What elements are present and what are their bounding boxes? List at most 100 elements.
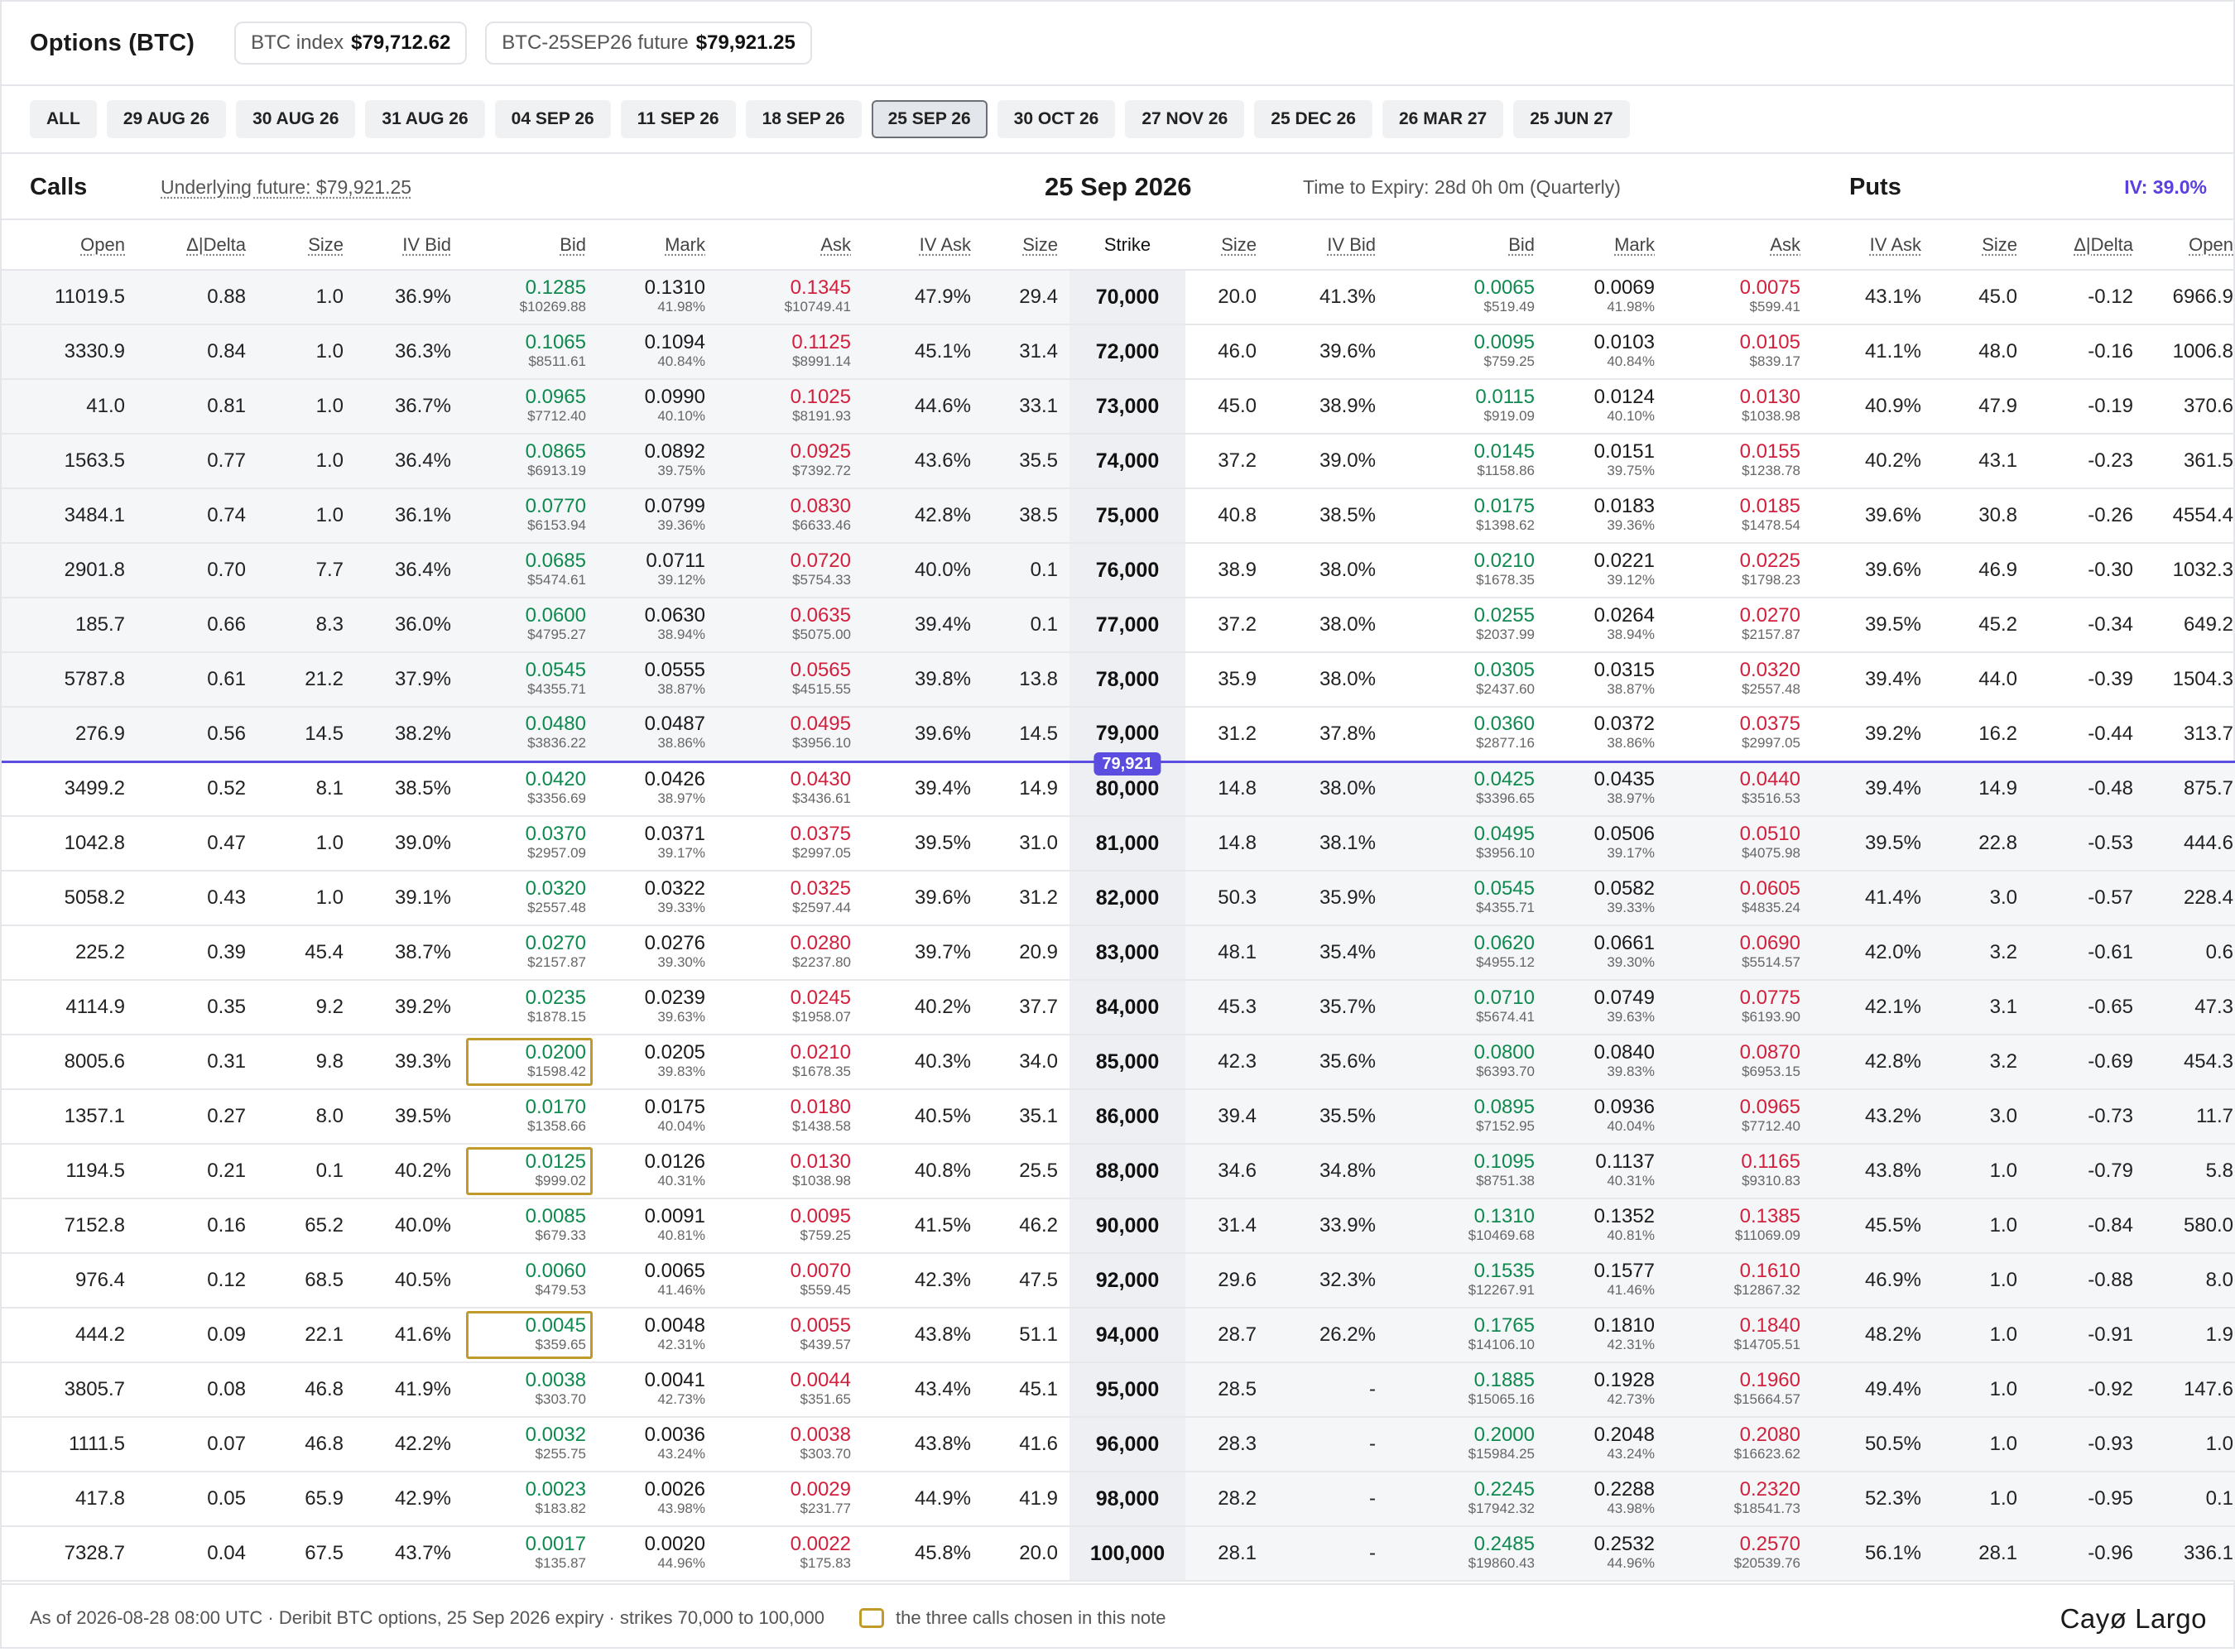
put-ask-price[interactable]: 0.1385 $11069.09 <box>1666 1198 1812 1254</box>
expiry-tab[interactable]: 18 SEP 26 <box>745 100 862 138</box>
put-bid-price[interactable]: 0.0255 $2037.99 <box>1387 598 1546 653</box>
put-ask-price[interactable]: 0.0185 $1478.54 <box>1666 488 1812 544</box>
put-bid-price[interactable]: 0.0115 $919.09 <box>1387 379 1546 435</box>
put-bid-price[interactable]: 0.0145 $1158.86 <box>1387 434 1546 489</box>
expiry-tab[interactable]: ALL <box>30 100 97 138</box>
expiry-tab[interactable]: 26 MAR 27 <box>1382 100 1504 138</box>
expiry-tab[interactable]: 04 SEP 26 <box>494 100 611 138</box>
call-ask-price[interactable]: 0.0245 $1958.07 <box>717 980 863 1035</box>
call-ask-price[interactable]: 0.1345 $10749.41 <box>717 270 863 325</box>
call-bid-price[interactable]: 0.0370 $2957.09 <box>463 816 598 872</box>
call-bid-price[interactable]: 0.0032 $255.75 <box>463 1417 598 1472</box>
call-bid-price[interactable]: 0.0038 $303.70 <box>463 1362 598 1418</box>
put-ask-price[interactable]: 0.2080 $16623.62 <box>1666 1417 1812 1472</box>
expiry-tab[interactable]: 25 SEP 26 <box>871 100 988 138</box>
put-ask-price[interactable]: 0.0075 $599.41 <box>1666 270 1812 325</box>
put-bid-price[interactable]: 0.2245 $17942.32 <box>1387 1472 1546 1527</box>
call-ask-price[interactable]: 0.0280 $2237.80 <box>717 925 863 981</box>
put-bid-price[interactable]: 0.0545 $4355.71 <box>1387 871 1546 926</box>
call-bid-price[interactable]: 0.0200 $1598.42 <box>463 1035 598 1090</box>
expiry-tab[interactable]: 31 AUG 26 <box>365 100 485 138</box>
call-bid-price[interactable]: 0.0125 $999.02 <box>463 1144 598 1199</box>
call-ask-price[interactable]: 0.0565 $4515.55 <box>717 652 863 708</box>
put-ask-price[interactable]: 0.0775 $6193.90 <box>1666 980 1812 1035</box>
put-bid-price[interactable]: 0.0800 $6393.70 <box>1387 1035 1546 1090</box>
call-ask-price[interactable]: 0.0038 $303.70 <box>717 1417 863 1472</box>
call-ask-price[interactable]: 0.0044 $351.65 <box>717 1362 863 1418</box>
put-ask-price[interactable]: 0.0375 $2997.05 <box>1666 707 1812 763</box>
put-bid-price[interactable]: 0.0210 $1678.35 <box>1387 543 1546 598</box>
call-ask-price[interactable]: 0.0635 $5075.00 <box>717 598 863 653</box>
call-ask-price[interactable]: 0.0210 $1678.35 <box>717 1035 863 1090</box>
call-bid-price[interactable]: 0.0017 $135.87 <box>463 1526 598 1582</box>
put-ask-price[interactable]: 0.0870 $6953.15 <box>1666 1035 1812 1090</box>
call-bid-price[interactable]: 0.0320 $2557.48 <box>463 871 598 926</box>
put-ask-price[interactable]: 0.0225 $1798.23 <box>1666 543 1812 598</box>
call-bid-price[interactable]: 0.0085 $679.33 <box>463 1198 598 1254</box>
put-ask-price[interactable]: 0.0510 $4075.98 <box>1666 816 1812 872</box>
put-ask-price[interactable]: 0.0690 $5514.57 <box>1666 925 1812 981</box>
put-bid-price[interactable]: 0.1310 $10469.68 <box>1387 1198 1546 1254</box>
put-ask-price[interactable]: 0.0155 $1238.78 <box>1666 434 1812 489</box>
put-bid-price[interactable]: 0.0065 $519.49 <box>1387 270 1546 325</box>
put-ask-price[interactable]: 0.2320 $18541.73 <box>1666 1472 1812 1527</box>
expiry-tab[interactable]: 27 NOV 26 <box>1125 100 1245 138</box>
call-ask-price[interactable]: 0.0130 $1038.98 <box>717 1144 863 1199</box>
put-bid-price[interactable]: 0.1885 $15065.16 <box>1387 1362 1546 1418</box>
call-bid-price[interactable]: 0.0235 $1878.15 <box>463 980 598 1035</box>
call-ask-price[interactable]: 0.0375 $2997.05 <box>717 816 863 872</box>
put-bid-price[interactable]: 0.1765 $14106.10 <box>1387 1308 1546 1363</box>
put-ask-price[interactable]: 0.0605 $4835.24 <box>1666 871 1812 926</box>
underlying-future-link[interactable]: Underlying future: $79,921.25 <box>161 154 411 220</box>
put-ask-price[interactable]: 0.1840 $14705.51 <box>1666 1308 1812 1363</box>
put-bid-price[interactable]: 0.2000 $15984.25 <box>1387 1417 1546 1472</box>
put-bid-price[interactable]: 0.0495 $3956.10 <box>1387 816 1546 872</box>
call-ask-price[interactable]: 0.0180 $1438.58 <box>717 1089 863 1145</box>
put-bid-price[interactable]: 0.0305 $2437.60 <box>1387 652 1546 708</box>
call-bid-price[interactable]: 0.0480 $3836.22 <box>463 707 598 763</box>
put-bid-price[interactable]: 0.0360 $2877.16 <box>1387 707 1546 763</box>
call-ask-price[interactable]: 0.0830 $6633.46 <box>717 488 863 544</box>
put-ask-price[interactable]: 0.0105 $839.17 <box>1666 324 1812 380</box>
expiry-tab[interactable]: 29 AUG 26 <box>106 100 227 138</box>
call-bid-price[interactable]: 0.0045 $359.65 <box>463 1308 598 1363</box>
call-ask-price[interactable]: 0.0495 $3956.10 <box>717 707 863 763</box>
call-bid-price[interactable]: 0.1285 $10269.88 <box>463 270 598 325</box>
call-bid-price[interactable]: 0.0770 $6153.94 <box>463 488 598 544</box>
call-ask-price[interactable]: 0.0325 $2597.44 <box>717 871 863 926</box>
call-ask-price[interactable]: 0.0925 $7392.72 <box>717 434 863 489</box>
call-ask-price[interactable]: 0.1125 $8991.14 <box>717 324 863 380</box>
put-bid-price[interactable]: 0.0095 $759.25 <box>1387 324 1546 380</box>
call-bid-price[interactable]: 0.0600 $4795.27 <box>463 598 598 653</box>
put-ask-price[interactable]: 0.1960 $15664.57 <box>1666 1362 1812 1418</box>
call-bid-price[interactable]: 0.0685 $5474.61 <box>463 543 598 598</box>
call-ask-price[interactable]: 0.1025 $8191.93 <box>717 379 863 435</box>
call-bid-price[interactable]: 0.1065 $8511.61 <box>463 324 598 380</box>
call-bid-price[interactable]: 0.0023 $183.82 <box>463 1472 598 1527</box>
call-bid-price[interactable]: 0.0865 $6913.19 <box>463 434 598 489</box>
put-ask-price[interactable]: 0.2570 $20539.76 <box>1666 1526 1812 1582</box>
call-ask-price[interactable]: 0.0022 $175.83 <box>717 1526 863 1582</box>
call-ask-price[interactable]: 0.0720 $5754.33 <box>717 543 863 598</box>
expiry-tab[interactable]: 25 JUN 27 <box>1513 100 1630 138</box>
put-bid-price[interactable]: 0.1095 $8751.38 <box>1387 1144 1546 1199</box>
put-bid-price[interactable]: 0.2485 $19860.43 <box>1387 1526 1546 1582</box>
call-ask-price[interactable]: 0.0070 $559.45 <box>717 1253 863 1309</box>
put-ask-price[interactable]: 0.1610 $12867.32 <box>1666 1253 1812 1309</box>
put-bid-price[interactable]: 0.0620 $4955.12 <box>1387 925 1546 981</box>
call-ask-price[interactable]: 0.0055 $439.57 <box>717 1308 863 1363</box>
put-ask-price[interactable]: 0.0130 $1038.98 <box>1666 379 1812 435</box>
call-bid-price[interactable]: 0.0270 $2157.87 <box>463 925 598 981</box>
put-ask-price[interactable]: 0.0270 $2157.87 <box>1666 598 1812 653</box>
put-bid-price[interactable]: 0.0175 $1398.62 <box>1387 488 1546 544</box>
put-ask-price[interactable]: 0.0320 $2557.48 <box>1666 652 1812 708</box>
call-bid-price[interactable]: 0.0170 $1358.66 <box>463 1089 598 1145</box>
put-bid-price[interactable]: 0.0425 $3396.65 <box>1387 761 1546 817</box>
call-ask-price[interactable]: 0.0029 $231.77 <box>717 1472 863 1527</box>
expiry-tab[interactable]: 11 SEP 26 <box>620 100 736 138</box>
put-ask-price[interactable]: 0.0965 $7712.40 <box>1666 1089 1812 1145</box>
call-ask-price[interactable]: 0.0095 $759.25 <box>717 1198 863 1254</box>
expiry-tab[interactable]: 30 OCT 26 <box>997 100 1116 138</box>
put-ask-price[interactable]: 0.0440 $3516.53 <box>1666 761 1812 817</box>
call-bid-price[interactable]: 0.0420 $3356.69 <box>463 761 598 817</box>
